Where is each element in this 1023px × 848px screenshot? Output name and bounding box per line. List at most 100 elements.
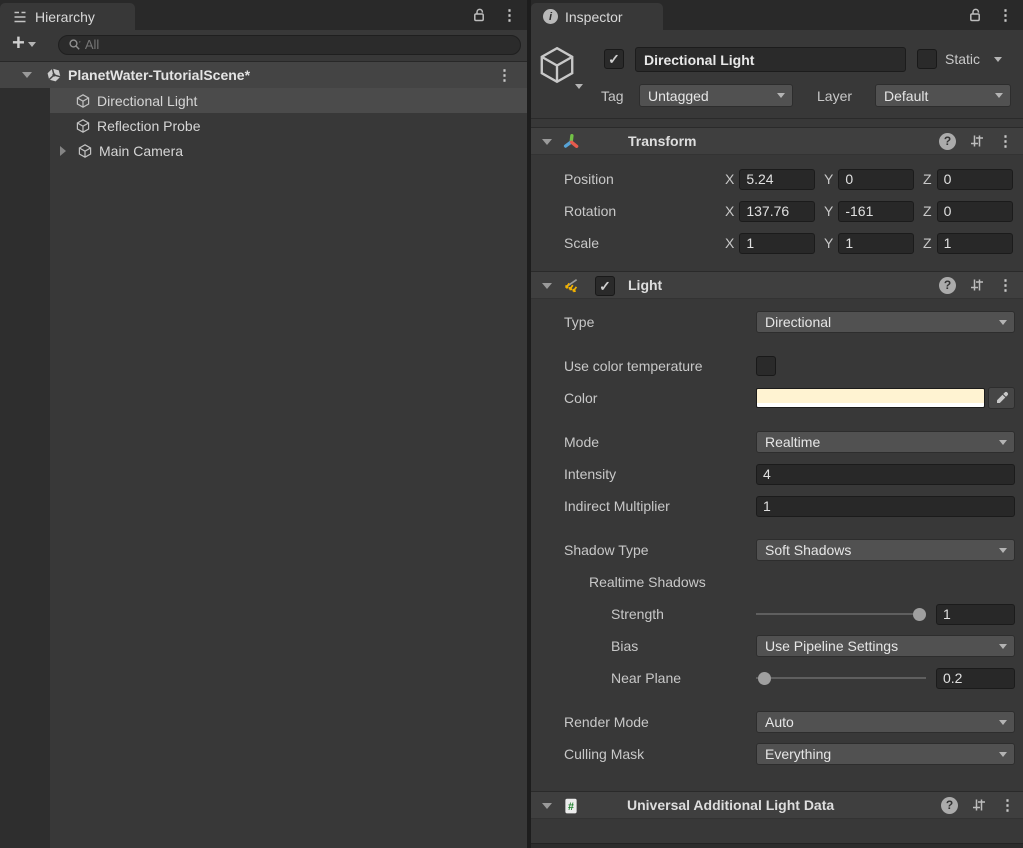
hierarchy-item-directional-light[interactable]: Directional Light: [50, 88, 527, 113]
realtime-shadows-label: Realtime Shadows: [531, 574, 756, 590]
foldout-open-icon[interactable]: [542, 139, 552, 145]
slider-handle[interactable]: [758, 672, 771, 685]
expand-arrow-icon[interactable]: [55, 146, 71, 156]
near-plane-field[interactable]: [936, 668, 1015, 689]
plus-icon: +: [12, 32, 25, 54]
kebab-menu-icon[interactable]: ⋮: [998, 278, 1013, 293]
item-label: Reflection Probe: [97, 118, 201, 134]
position-x-field[interactable]: [739, 169, 815, 190]
axis-y-label: Y: [824, 235, 833, 251]
axis-z-label: Z: [923, 235, 932, 251]
active-checkbox[interactable]: ✓: [604, 49, 624, 69]
intensity-field[interactable]: [756, 464, 1015, 485]
scale-x-field[interactable]: [739, 233, 815, 254]
culling-mask-value: Everything: [765, 746, 831, 762]
type-dropdown[interactable]: Directional: [756, 311, 1015, 333]
rotation-x-field[interactable]: [739, 201, 815, 222]
rotation-z-field[interactable]: [937, 201, 1013, 222]
mode-dropdown[interactable]: Realtime: [756, 431, 1015, 453]
static-checkbox[interactable]: [917, 49, 937, 69]
static-caret-icon[interactable]: [994, 57, 1002, 62]
eyedropper-button[interactable]: [988, 387, 1015, 409]
scene-kebab-icon[interactable]: ⋮: [497, 68, 512, 83]
hierarchy-tree: PlanetWater-TutorialScene* ⋮ Directional…: [0, 62, 527, 848]
realtime-shadows-row: Realtime Shadows: [531, 571, 1023, 593]
slider-handle[interactable]: [913, 608, 926, 621]
hierarchy-visibility-gutter[interactable]: [0, 88, 50, 848]
tab-inspector[interactable]: i Inspector: [531, 3, 663, 30]
culling-mask-label: Culling Mask: [531, 746, 756, 762]
culling-mask-dropdown[interactable]: Everything: [756, 743, 1015, 765]
type-label: Type: [531, 314, 756, 330]
foldout-open-icon[interactable]: [22, 72, 32, 78]
light-header[interactable]: ✓ Light ? ⋮: [531, 271, 1023, 299]
tag-value: Untagged: [648, 88, 709, 104]
transform-header[interactable]: Transform ? ⋮: [531, 127, 1023, 155]
help-icon[interactable]: ?: [939, 277, 956, 294]
render-mode-row: Render Mode Auto: [531, 711, 1023, 733]
add-gameobject-button[interactable]: +: [8, 35, 40, 54]
tag-dropdown[interactable]: Untagged: [639, 84, 793, 107]
bias-label: Bias: [531, 638, 756, 654]
presets-icon[interactable]: [969, 133, 985, 149]
gameobject-icon[interactable]: [536, 44, 578, 86]
additional-light-data-header[interactable]: # Universal Additional Light Data ? ⋮: [531, 791, 1023, 819]
help-icon[interactable]: ?: [939, 133, 956, 150]
item-label: Main Camera: [99, 143, 183, 159]
hierarchy-scene-row[interactable]: PlanetWater-TutorialScene* ⋮: [0, 62, 527, 88]
near-plane-label: Near Plane: [531, 670, 756, 686]
tab-inspector-label: Inspector: [565, 9, 623, 25]
dropdown-caret-icon: [999, 720, 1007, 725]
mode-value: Realtime: [765, 434, 820, 450]
kebab-menu-icon[interactable]: ⋮: [998, 8, 1013, 23]
foldout-open-icon[interactable]: [542, 803, 552, 809]
unlock-icon[interactable]: [471, 7, 487, 23]
light-icon: [562, 277, 580, 300]
gameobject-cube-icon: [75, 118, 91, 134]
near-plane-slider[interactable]: [756, 667, 926, 689]
kebab-menu-icon[interactable]: ⋮: [1000, 798, 1015, 813]
layer-value: Default: [884, 88, 928, 104]
render-mode-value: Auto: [765, 714, 794, 730]
search-input[interactable]: [85, 37, 512, 52]
help-icon[interactable]: ?: [941, 797, 958, 814]
light-enabled-checkbox[interactable]: ✓: [595, 276, 615, 296]
axis-x-label: X: [725, 235, 734, 251]
kebab-menu-icon[interactable]: ⋮: [502, 8, 517, 23]
shadow-type-dropdown[interactable]: Soft Shadows: [756, 539, 1015, 561]
render-mode-label: Render Mode: [531, 714, 756, 730]
gameobject-cube-icon: [75, 93, 91, 109]
gameobject-icon-caret[interactable]: [575, 84, 583, 89]
gameobject-name-field[interactable]: [635, 47, 906, 72]
slider-track: [756, 613, 926, 615]
dropdown-caret-icon: [999, 548, 1007, 553]
use-color-temperature-checkbox[interactable]: [756, 356, 776, 376]
axis-x-label: X: [725, 203, 734, 219]
position-y-field[interactable]: [838, 169, 914, 190]
hierarchy-item-reflection-probe[interactable]: Reflection Probe: [50, 113, 527, 138]
color-swatch[interactable]: [756, 388, 985, 408]
hierarchy-search[interactable]: [58, 35, 521, 55]
checkmark-icon: ✓: [608, 52, 620, 66]
bias-dropdown[interactable]: Use Pipeline Settings: [756, 635, 1015, 657]
layer-dropdown[interactable]: Default: [875, 84, 1011, 107]
light-title: Light: [628, 277, 662, 293]
rotation-y-field[interactable]: [838, 201, 914, 222]
strength-field[interactable]: [936, 604, 1015, 625]
type-value: Directional: [765, 314, 831, 330]
unlock-icon[interactable]: [967, 7, 983, 23]
kebab-menu-icon[interactable]: ⋮: [998, 134, 1013, 149]
scene-name: PlanetWater-TutorialScene*: [68, 67, 250, 83]
scale-z-field[interactable]: [937, 233, 1013, 254]
presets-icon[interactable]: [971, 797, 987, 813]
hierarchy-item-main-camera[interactable]: Main Camera: [50, 138, 527, 163]
indirect-multiplier-field[interactable]: [756, 496, 1015, 517]
strength-slider[interactable]: [756, 603, 926, 625]
presets-icon[interactable]: [969, 277, 985, 293]
tab-hierarchy[interactable]: Hierarchy: [0, 3, 135, 30]
position-z-field[interactable]: [937, 169, 1013, 190]
bias-row: Bias Use Pipeline Settings: [531, 635, 1023, 657]
foldout-open-icon[interactable]: [542, 283, 552, 289]
scale-y-field[interactable]: [838, 233, 914, 254]
render-mode-dropdown[interactable]: Auto: [756, 711, 1015, 733]
